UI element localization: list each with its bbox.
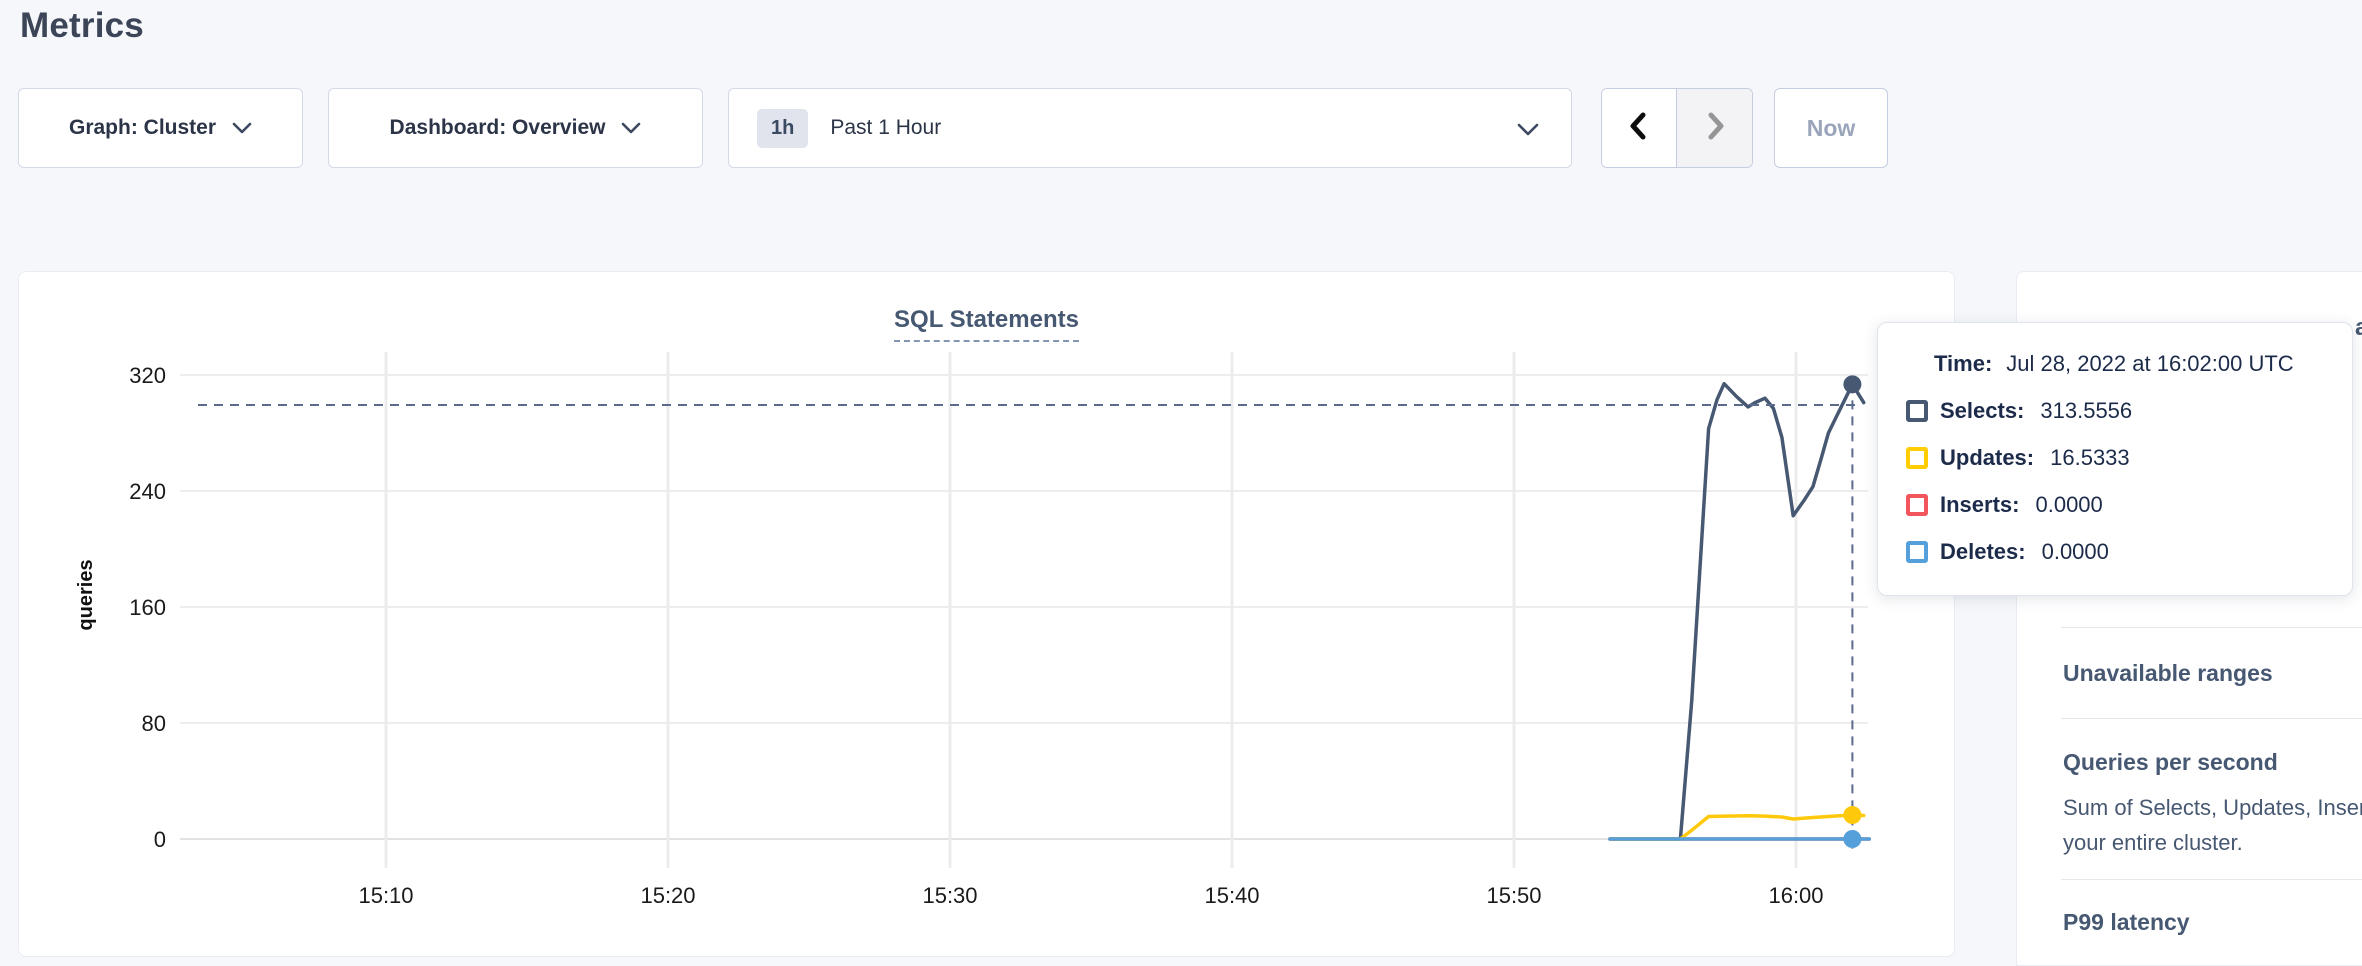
metrics-page: Metrics Graph: Cluster Dashboard: Overvi… [0,0,2362,966]
sidebar-heading-unavailable-ranges: Unavailable ranges [2063,660,2362,687]
time-range-badge: 1h [757,109,808,148]
now-button[interactable]: Now [1774,88,1888,168]
sidebar-body-queries-per-second: Sum of Selects, Updates, Inserts and Del… [2063,790,2362,860]
divider [2061,879,2362,880]
selects-legend-swatch [1906,400,1928,422]
chevron-down-icon [1517,123,1539,141]
tooltip-inserts-value: 0.0000 [2035,492,2102,518]
time-step-button-group [1601,88,1753,168]
tooltip-inserts-label: Inserts: [1940,492,2019,518]
divider [2061,627,2362,628]
chevron-left-icon [1627,110,1651,147]
dashboard-dropdown-label: Dashboard: Overview [390,116,606,140]
sidebar-heading-p99-latency: P99 latency [2063,909,2362,936]
sidebar-clipped-heading: a [2355,314,2362,342]
tooltip-time-value: Jul 28, 2022 at 16:02:00 UTC [2006,351,2293,377]
chart-title[interactable]: SQL Statements [894,306,1079,342]
time-step-forward-button[interactable] [1677,89,1752,167]
chevron-right-icon [1703,110,1727,147]
page-title: Metrics [20,6,144,46]
deletes-legend-swatch [1906,541,1928,563]
tooltip-updates-label: Updates: [1940,445,2034,471]
tooltip-deletes-label: Deletes: [1940,539,2026,565]
graph-scope-dropdown[interactable]: Graph: Cluster [18,88,303,168]
dashboard-dropdown[interactable]: Dashboard: Overview [328,88,703,168]
chevron-down-icon [621,116,641,140]
graph-scope-dropdown-label: Graph: Cluster [69,116,216,140]
time-range-label: Past 1 Hour [830,116,941,140]
divider [2061,718,2362,719]
sql-statements-chart-card[interactable]: SQL Statements [18,271,1955,957]
tooltip-updates-value: 16.5333 [2050,445,2130,471]
chevron-down-icon [232,116,252,140]
sidebar-heading-queries-per-second: Queries per second [2063,749,2362,776]
inserts-legend-swatch [1906,494,1928,516]
updates-legend-swatch [1906,447,1928,469]
tooltip-time-label: Time: [1934,351,1992,377]
time-step-back-button[interactable] [1602,89,1677,167]
tooltip-deletes-value: 0.0000 [2042,539,2109,565]
chart-hover-tooltip: Time: Jul 28, 2022 at 16:02:00 UTC Selec… [1877,322,2353,596]
time-range-selector[interactable]: 1h Past 1 Hour [728,88,1572,168]
tooltip-selects-value: 313.5556 [2040,398,2132,424]
tooltip-selects-label: Selects: [1940,398,2024,424]
